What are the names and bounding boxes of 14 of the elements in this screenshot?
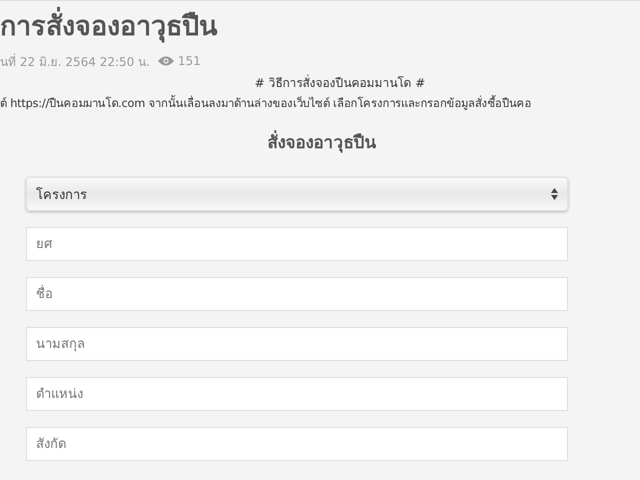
post-date: นที่ 22 มิ.ย. 2564 22:50 น. xyxy=(0,52,150,70)
view-count: 151 xyxy=(178,54,201,68)
input-field[interactable]: ยศ xyxy=(26,227,568,261)
updown-caret-icon xyxy=(551,188,558,200)
project-select[interactable]: โครงการ xyxy=(26,177,568,211)
intro-text: ต์ https://ปืนคอมมานโด.com จากนั้นเลื่อนลงมาด้านล่างของเว็บไซต์ เลือกโครงการและกรอกข้อมูลสั่งซื้อปืนคอ xyxy=(0,94,532,112)
intro-heading: # วิธีการสั่งจองปืนคอมมานโด # xyxy=(254,74,426,92)
input-field[interactable]: ชื่อ xyxy=(26,277,568,311)
form-title: สั่งจองอาวุธปืน xyxy=(26,128,568,155)
page-title: การสั่งจองอาวุธปืน xyxy=(0,9,640,45)
input-field[interactable]: สังกัด xyxy=(26,427,568,461)
eye-icon xyxy=(158,56,174,66)
input-field[interactable]: นามสกุล xyxy=(26,327,568,361)
input-field[interactable]: ตำแหน่ง xyxy=(26,377,568,411)
